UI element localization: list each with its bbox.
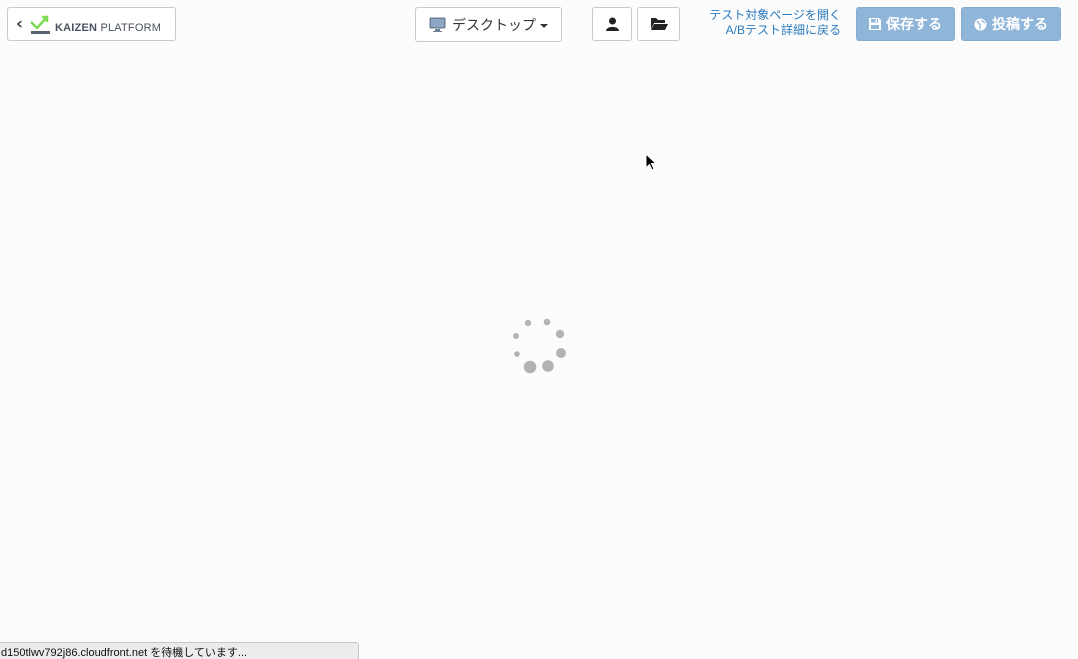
logo-wordmark: KAIZEN PLATFORM: [55, 21, 162, 34]
kaizen-logo-mark-icon: [30, 15, 51, 34]
browser-status-bar: d150tlwv792j86.cloudfront.net を待機しています..…: [0, 642, 359, 659]
chevron-left-icon: ‹: [16, 13, 24, 34]
caret-down-icon: [540, 23, 548, 28]
device-selector-label: デスクトップ: [452, 17, 536, 34]
back-to-ab-test-link[interactable]: A/Bテスト詳細に戻る: [726, 22, 841, 38]
back-to-dashboard-logo-button[interactable]: ‹ KAIZEN PLATFORM: [7, 7, 176, 41]
globe-icon: [974, 18, 987, 30]
user-icon: [605, 17, 619, 31]
post-button-label: 投稿する: [992, 17, 1048, 33]
mouse-cursor-icon: [645, 153, 658, 171]
save-button[interactable]: 保存する: [856, 7, 955, 41]
open-folder-button[interactable]: [637, 7, 680, 41]
device-selector-dropdown[interactable]: デスクトップ: [415, 7, 562, 42]
save-button-label: 保存する: [886, 17, 942, 33]
desktop-monitor-icon: [429, 17, 446, 32]
folder-open-icon: [650, 18, 668, 30]
post-button[interactable]: 投稿する: [961, 7, 1061, 41]
loading-spinner-icon: [513, 318, 566, 374]
floppy-disk-icon: [869, 18, 881, 30]
user-button[interactable]: [592, 7, 632, 41]
open-test-page-link[interactable]: テスト対象ページを開く: [709, 7, 841, 23]
